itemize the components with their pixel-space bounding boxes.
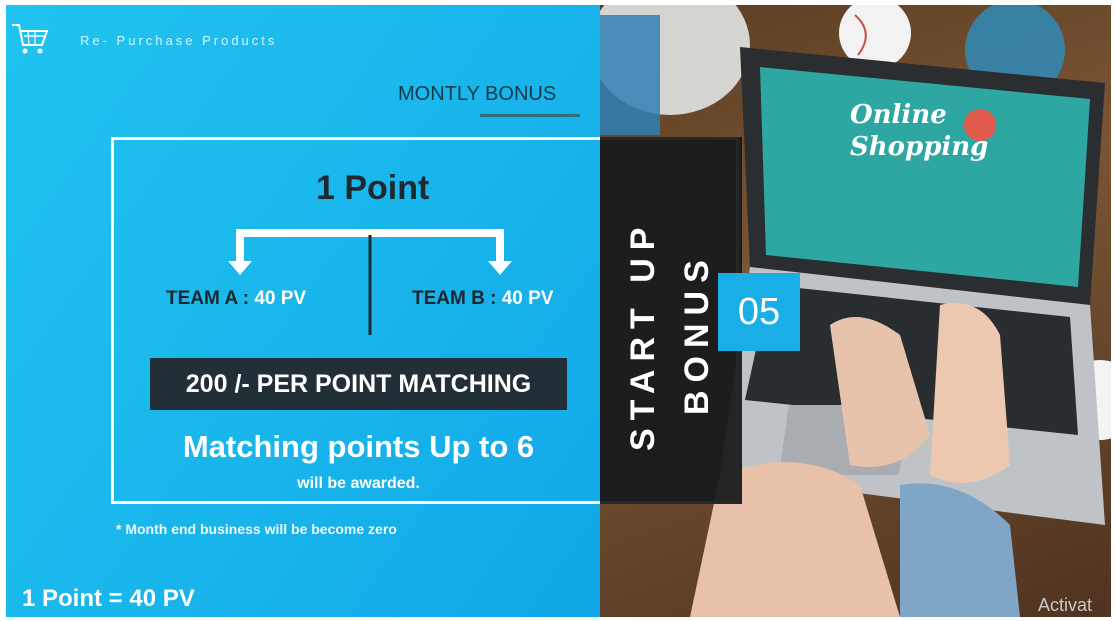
team-a-label: TEAM A : <box>166 288 250 309</box>
section-label: MONTLY BONUS <box>398 83 557 105</box>
shopping-cart-icon <box>12 24 49 54</box>
screen-text-2: Shopping <box>850 132 988 162</box>
team-b-value: 40 PV <box>501 288 554 309</box>
header-title: Re- Purchase Products <box>80 33 278 48</box>
awarded-text: will be awarded. <box>297 475 420 492</box>
team-a-value: 40 PV <box>254 288 307 309</box>
section-underline <box>480 114 580 117</box>
cart-badge-icon <box>964 109 996 141</box>
point-formula: 1 Point = 40 PV <box>22 585 195 612</box>
team-a: TEAM A : 40 PV <box>166 288 306 310</box>
point-title: 1 Point <box>316 169 430 207</box>
team-b: TEAM B : 40 PV <box>412 288 553 310</box>
matching-rate: 200 /- PER POINT MATCHING <box>185 370 532 398</box>
arrow-down-left-icon <box>228 261 252 275</box>
matching-points: Matching points Up to 6 <box>182 429 535 464</box>
activation-watermark: Activat <box>1038 595 1093 615</box>
slide: Online Shopping Re- Purchase Products MO… <box>6 5 1111 617</box>
slide-number-badge: 05 <box>718 273 800 351</box>
split-arrows <box>228 229 512 335</box>
team-b-label: TEAM B : <box>412 288 497 309</box>
startup-title-line1: START UP <box>624 219 662 451</box>
arrow-down-right-icon <box>488 261 512 275</box>
startup-title-line2: BONUS <box>678 252 716 415</box>
footnote: * Month end business will be become zero <box>116 521 397 537</box>
matching-rate-bar: 200 /- PER POINT MATCHING <box>150 358 567 410</box>
screen-text-1: Online <box>850 100 947 130</box>
